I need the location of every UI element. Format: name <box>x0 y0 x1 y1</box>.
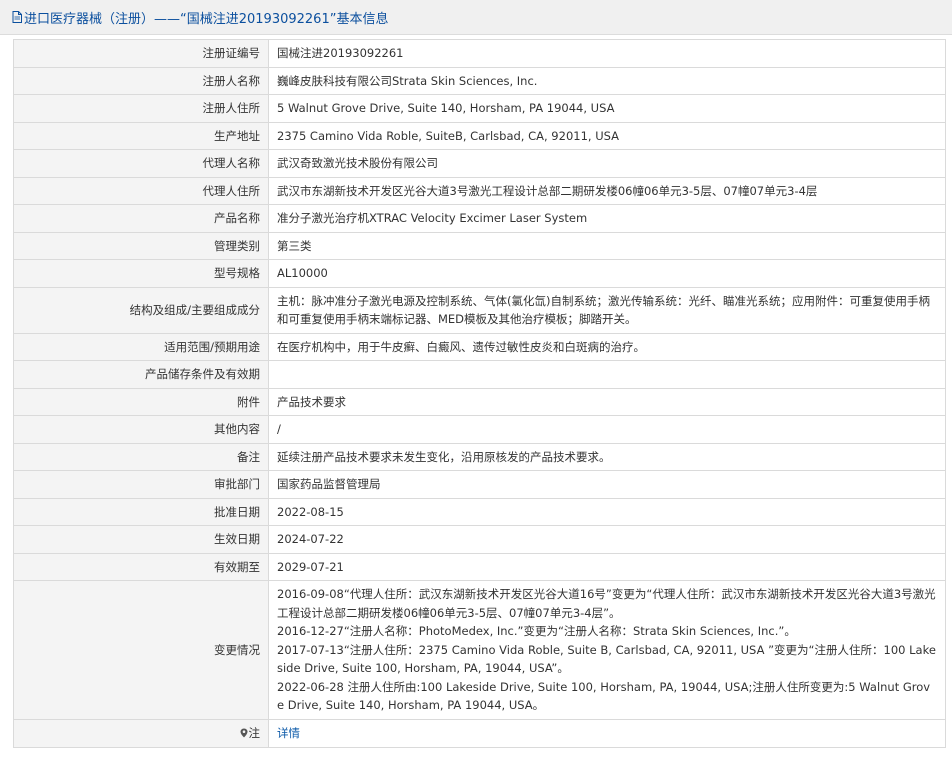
row-label: 有效期至 <box>13 552 269 581</box>
row-label: 生产地址 <box>13 121 269 150</box>
table-row: 注册人住所 5 Walnut Grove Drive, Suite 140, Ho… <box>13 94 946 123</box>
row-value: 在医疗机构中，用于牛皮癣、白癜风、遗传过敏性皮炎和白斑病的治疗。 <box>268 332 946 361</box>
row-label: 代理人住所 <box>13 176 269 205</box>
change-entry: 2016-09-08“代理人住所：武汉东湖新技术开发区光谷大道16号”变更为“代… <box>277 587 936 620</box>
row-label: 型号规格 <box>13 259 269 288</box>
change-entry: 2022-06-28 注册人住所由:100 Lakeside Drive, Su… <box>277 679 931 713</box>
row-value: 2024-07-22 <box>268 525 946 554</box>
row-value: / <box>268 415 946 444</box>
table-row: 适用范围/预期用途 在医疗机构中，用于牛皮癣、白癜风、遗传过敏性皮炎和白斑病的治疗… <box>13 332 946 361</box>
table-row: 有效期至 2029-07-21 <box>13 552 946 581</box>
table-row-note: 注 详情 <box>13 718 946 748</box>
row-value: 国家药品监督管理局 <box>268 470 946 499</box>
table-row: 生效日期 2024-07-22 <box>13 525 946 554</box>
note-value: 详情 <box>268 718 946 748</box>
table-row: 注册证编号 国械注进20193092261 <box>13 39 946 68</box>
row-label: 其他内容 <box>13 415 269 444</box>
table-row: 型号规格 AL10000 <box>13 259 946 288</box>
row-label: 注册人住所 <box>13 94 269 123</box>
table-row: 代理人住所 武汉市东湖新技术开发区光谷大道3号激光工程设计总部二期研发楼06幢06… <box>13 176 946 205</box>
row-label: 注册证编号 <box>13 39 269 68</box>
table-row: 结构及组成/主要组成成分 主机：脉冲准分子激光电源及控制系统、气体(氯化氙)自制系… <box>13 286 946 334</box>
row-label: 备注 <box>13 442 269 471</box>
row-value: 武汉奇致激光技术股份有限公司 <box>268 149 946 178</box>
row-value: 产品技术要求 <box>268 387 946 416</box>
row-label: 代理人名称 <box>13 149 269 178</box>
row-label: 结构及组成/主要组成成分 <box>13 286 269 334</box>
row-value: 2375 Camino Vida Roble, SuiteB, Carlsbad… <box>268 121 946 150</box>
row-label: 生效日期 <box>13 525 269 554</box>
table-row: 审批部门 国家药品监督管理局 <box>13 470 946 499</box>
table-row: 其他内容 / <box>13 415 946 444</box>
page-header: 进口医疗器械（注册）——“国械注进20193092261”基本信息 <box>0 0 952 35</box>
row-value: 延续注册产品技术要求未发生变化，沿用原核发的产品技术要求。 <box>268 442 946 471</box>
table-row: 产品储存条件及有效期 <box>13 360 946 389</box>
row-label: 产品名称 <box>13 204 269 233</box>
table-row: 批准日期 2022-08-15 <box>13 497 946 526</box>
row-value <box>268 360 946 389</box>
page-title: 进口医疗器械（注册）——“国械注进20193092261”基本信息 <box>24 11 389 27</box>
changes-value: 2016-09-08“代理人住所：武汉东湖新技术开发区光谷大道16号”变更为“代… <box>268 580 946 720</box>
change-entry: 2017-07-13“注册人住所：2375 Camino Vida Roble,… <box>277 642 936 676</box>
row-label: 适用范围/预期用途 <box>13 332 269 361</box>
table-row: 产品名称 准分子激光治疗机XTRAC Velocity Excimer Laser… <box>13 204 946 233</box>
row-label: 变更情况 <box>13 580 269 720</box>
row-value: 武汉市东湖新技术开发区光谷大道3号激光工程设计总部二期研发楼06幢06单元3-5… <box>268 176 946 205</box>
detail-link[interactable]: 详情 <box>277 726 300 740</box>
note-label-cell: 注 <box>13 718 269 748</box>
table-row-changes: 变更情况 2016-09-08“代理人住所：武汉东湖新技术开发区光谷大道16号”… <box>13 580 946 720</box>
row-value: 2029-07-21 <box>268 552 946 581</box>
table-row: 附件 产品技术要求 <box>13 387 946 416</box>
row-value: 国械注进20193092261 <box>268 39 946 68</box>
table-row: 管理类别 第三类 <box>13 231 946 260</box>
table-row: 备注 延续注册产品技术要求未发生变化，沿用原核发的产品技术要求。 <box>13 442 946 471</box>
row-label: 批准日期 <box>13 497 269 526</box>
table-row: 代理人名称 武汉奇致激光技术股份有限公司 <box>13 149 946 178</box>
table-row: 注册人名称 巍峰皮肤科技有限公司Strata Skin Sciences, Inc… <box>13 66 946 95</box>
row-value: 主机：脉冲准分子激光电源及控制系统、气体(氯化氙)自制系统；激光传输系统：光纤、… <box>268 286 946 334</box>
row-value: 2022-08-15 <box>268 497 946 526</box>
note-label: 注 <box>248 725 261 740</box>
row-value: 5 Walnut Grove Drive, Suite 140, Horsham… <box>268 94 946 123</box>
row-label: 注册人名称 <box>13 66 269 95</box>
row-value: 第三类 <box>268 231 946 260</box>
location-pin-icon <box>240 725 248 744</box>
row-value: 准分子激光治疗机XTRAC Velocity Excimer Laser Sys… <box>268 204 946 233</box>
row-value: AL10000 <box>268 259 946 288</box>
row-label: 审批部门 <box>13 470 269 499</box>
change-entry: 2016-12-27“注册人名称：PhotoMedex, Inc.”变更为“注册… <box>277 624 796 638</box>
table-row: 生产地址 2375 Camino Vida Roble, SuiteB, Carl… <box>13 121 946 150</box>
info-table: 注册证编号 国械注进20193092261 注册人名称 巍峰皮肤科技有限公司Strat… <box>13 39 946 748</box>
row-label: 附件 <box>13 387 269 416</box>
row-label: 管理类别 <box>13 231 269 260</box>
row-value: 巍峰皮肤科技有限公司Strata Skin Sciences, Inc. <box>268 66 946 95</box>
document-icon <box>12 11 22 23</box>
row-label: 产品储存条件及有效期 <box>13 360 269 389</box>
